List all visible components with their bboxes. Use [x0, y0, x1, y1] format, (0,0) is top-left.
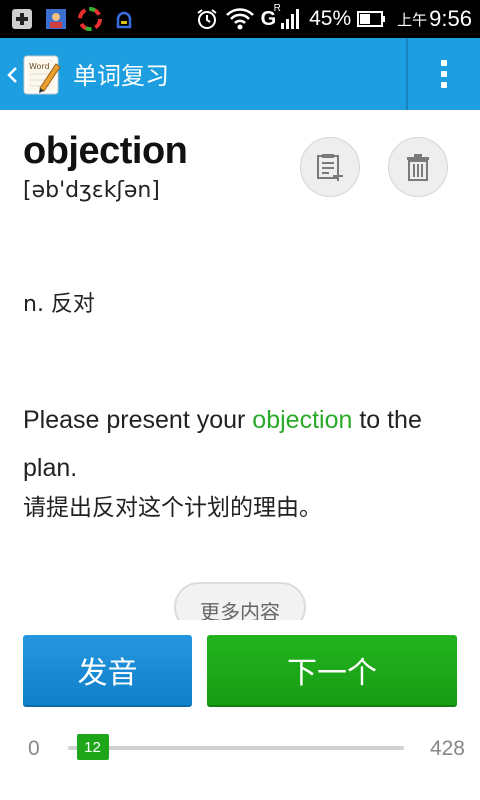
add-to-notebook-button[interactable]: [300, 137, 360, 197]
android-debug-icon: [112, 7, 136, 31]
alarm-icon: [195, 7, 219, 31]
system-icons: G R 45% 上午 9:56: [189, 3, 472, 34]
progress-track[interactable]: [68, 746, 404, 750]
example-highlight: objection: [252, 406, 353, 434]
battery-percent: 45%: [309, 7, 352, 30]
back-arrow-icon[interactable]: [6, 60, 18, 90]
trash-icon: [407, 154, 429, 181]
status-bar: G R 45% 上午 9:56: [0, 0, 480, 38]
notification-icons: [10, 6, 146, 32]
clock: 9:56: [429, 6, 472, 31]
phonetic-transcription: [əb'dʒɛkʃən]: [23, 178, 160, 203]
progress-min-label: 0: [28, 737, 40, 760]
progress-thumb[interactable]: 12: [76, 734, 109, 760]
battery-icon: [357, 9, 387, 29]
sync-app-icon: [78, 7, 102, 31]
example-text-before: Please present your: [23, 406, 253, 434]
action-bar: Word 单词复习: [0, 38, 480, 110]
pronounce-button[interactable]: 发音: [23, 635, 192, 707]
progress-current: 12: [84, 738, 101, 756]
signal-icon: G R: [261, 3, 304, 31]
time-prefix: 上午: [397, 11, 428, 29]
word-title: objection: [23, 130, 188, 172]
overflow-menu-icon[interactable]: [408, 38, 480, 110]
example-translation: 请提出反对这个计划的理由。: [23, 495, 322, 521]
add-note-icon: [317, 154, 343, 181]
progress-max-label: 428: [429, 737, 465, 760]
contact-app-icon: [44, 7, 68, 31]
word-meaning: n. 反对: [23, 292, 95, 317]
app-icon-text: Word: [29, 62, 50, 71]
next-word-button[interactable]: 下一个: [207, 635, 457, 707]
page-title: 单词复习: [73, 62, 169, 90]
wifi-icon: [225, 7, 255, 31]
delete-word-button[interactable]: [388, 137, 448, 197]
add-notification-icon: [10, 7, 34, 31]
example-sentence: Please present your objection to the pla…: [23, 396, 463, 492]
content-clip: [0, 620, 480, 634]
battery-percent-wrap: 45%: [309, 7, 351, 31]
roaming-label: R: [273, 3, 281, 14]
app-logo-icon[interactable]: Word: [22, 52, 62, 96]
